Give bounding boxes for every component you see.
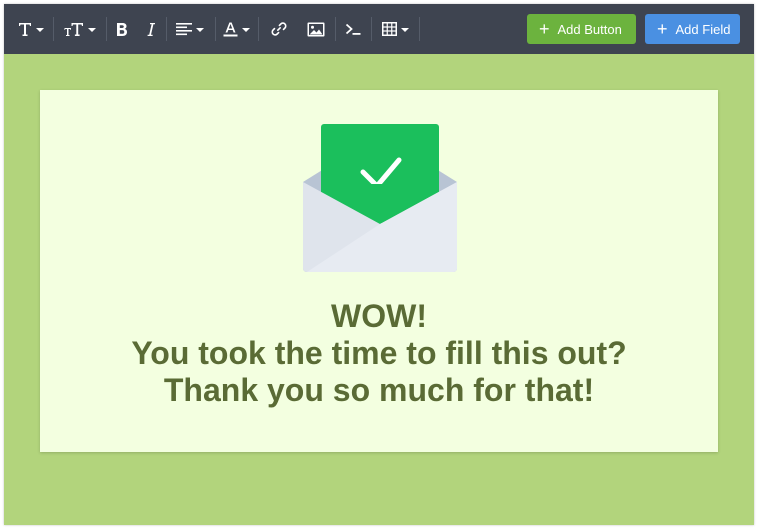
message-line-1: WOW!	[331, 298, 427, 334]
chevron-down-icon	[36, 27, 44, 32]
align-dropdown[interactable]	[174, 16, 206, 42]
link-button[interactable]	[268, 16, 290, 42]
toolbar-divider	[166, 17, 167, 41]
italic-icon	[147, 22, 155, 36]
code-button[interactable]	[342, 16, 364, 42]
link-icon	[271, 22, 287, 36]
bold-icon	[117, 22, 127, 36]
toolbar-divider	[258, 17, 259, 41]
text-style-dropdown[interactable]	[16, 16, 46, 42]
add-field-label: Add Field	[675, 21, 731, 37]
bold-button[interactable]	[112, 16, 132, 42]
add-button-button[interactable]: + Add Button	[527, 14, 636, 44]
font-size-dropdown[interactable]	[62, 16, 98, 42]
plus-icon: +	[539, 19, 550, 39]
table-dropdown[interactable]	[380, 16, 410, 42]
toolbar-divider	[419, 17, 420, 41]
toolbar-divider	[53, 17, 54, 41]
italic-button[interactable]	[141, 16, 161, 42]
chevron-down-icon	[241, 27, 250, 32]
add-field-button[interactable]: + Add Field	[645, 14, 740, 44]
message-line-2: You took the time to fill this out?	[131, 335, 627, 371]
toolbar-divider	[215, 17, 216, 41]
email-editor: + Add Button + Add Field WOW! You took t…	[4, 4, 754, 525]
editor-toolbar: + Add Button + Add Field	[4, 4, 754, 54]
align-left-icon	[176, 23, 192, 36]
chevron-down-icon	[88, 27, 96, 32]
text-icon	[19, 23, 31, 36]
toolbar-divider	[371, 17, 372, 41]
terminal-icon	[345, 23, 361, 35]
image-button[interactable]	[305, 16, 327, 42]
font-size-icon	[64, 23, 83, 36]
chevron-down-icon	[400, 27, 409, 32]
content-card[interactable]: WOW! You took the time to fill this out?…	[40, 90, 718, 452]
message-line-3: Thank you so much for that!	[163, 372, 595, 408]
plus-icon: +	[657, 19, 668, 39]
envelope-check-icon	[303, 124, 457, 272]
text-color-icon	[223, 22, 237, 37]
toolbar-divider	[106, 17, 107, 41]
chevron-down-icon	[196, 27, 204, 32]
text-color-dropdown[interactable]	[222, 16, 250, 42]
thank-you-message: WOW! You took the time to fill this out?…	[40, 298, 718, 409]
toolbar-divider	[335, 17, 336, 41]
table-icon	[381, 22, 397, 36]
image-icon	[307, 22, 325, 36]
add-button-label: Add Button	[557, 21, 622, 37]
